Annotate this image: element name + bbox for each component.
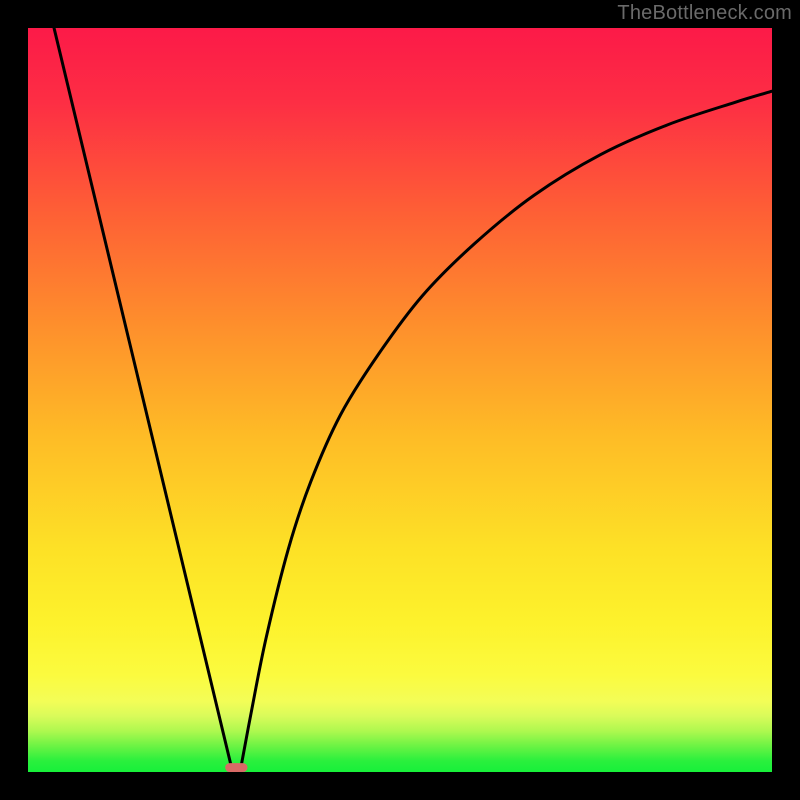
chart-frame: TheBottleneck.com	[0, 0, 800, 800]
watermark-text: TheBottleneck.com	[617, 2, 792, 25]
plot-area	[28, 28, 772, 772]
plot-svg	[28, 28, 772, 772]
